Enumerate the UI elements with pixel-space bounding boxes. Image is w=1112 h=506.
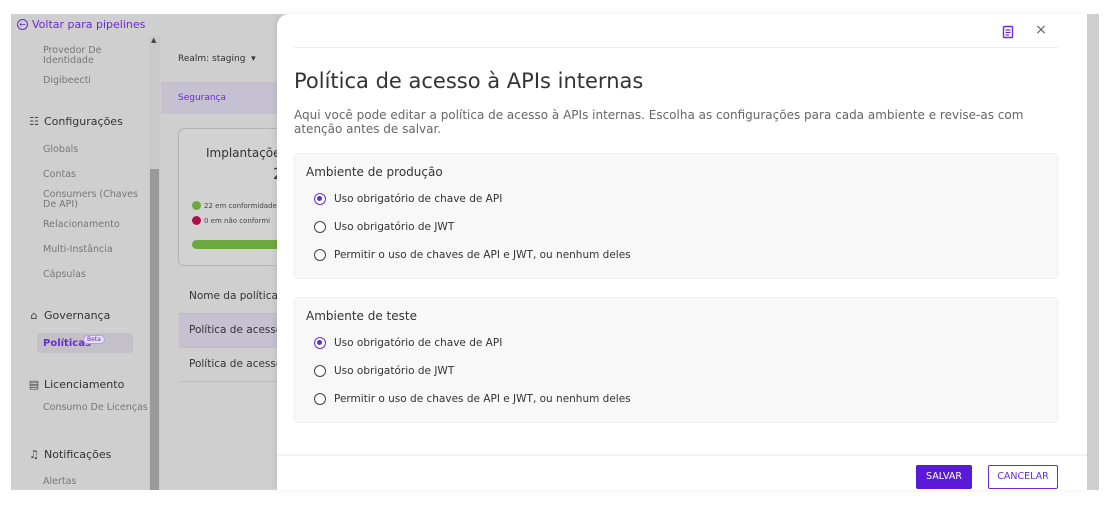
sidebar-item-capsules[interactable]: Cápsulas	[43, 270, 153, 280]
section-production: Ambiente de produção Uso obrigatório de …	[294, 153, 1058, 279]
save-button[interactable]: SALVAR	[916, 465, 972, 489]
legend-compliant: 22 em conformidade	[192, 201, 277, 210]
settings-panel-icon: ☷	[29, 115, 39, 128]
radio-option[interactable]: Permitir o uso de chaves de API e JWT, o…	[314, 249, 631, 261]
radio-label: Permitir o uso de chaves de API e JWT, o…	[334, 393, 631, 405]
back-to-pipelines-link[interactable]: ← Voltar para pipelines	[17, 18, 145, 31]
sidebar-group-governance[interactable]: ⌂ Governança	[28, 309, 111, 322]
legend-label: 0 em não conformi	[204, 216, 271, 225]
caret-down-icon: ▾	[248, 54, 256, 64]
sidebar-group-label: Notificações	[44, 448, 112, 461]
radio-selected-icon[interactable]	[314, 193, 326, 205]
green-dot-icon	[192, 201, 201, 210]
radio-option[interactable]: Uso obrigatório de JWT	[314, 221, 454, 233]
sidebar-group-settings[interactable]: ☷ Configurações	[28, 115, 123, 128]
sidebar-group-licensing[interactable]: ▤ Licenciamento	[28, 378, 125, 391]
bank-icon: ⌂	[30, 309, 38, 322]
close-icon[interactable]: ×	[1033, 21, 1049, 39]
arrow-left-icon: ←	[17, 19, 28, 30]
legend-label: 22 em conformidade	[204, 201, 277, 210]
section-title: Ambiente de teste	[306, 309, 417, 323]
radio-selected-icon[interactable]	[314, 337, 326, 349]
realm-selector[interactable]: Realm: staging ▾	[178, 54, 256, 64]
radio-option[interactable]: Uso obrigatório de JWT	[314, 365, 454, 377]
radio-option[interactable]: Permitir o uso de chaves de API e JWT, o…	[314, 393, 631, 405]
radio-icon[interactable]	[314, 365, 326, 377]
drawer-title: Política de acesso à APIs internas	[294, 69, 644, 93]
section-test: Ambiente de teste Uso obrigatório de cha…	[294, 297, 1058, 423]
radio-label: Permitir o uso de chaves de API e JWT, o…	[334, 249, 631, 261]
sidebar-item-multi-instance[interactable]: Multi-Instância	[43, 245, 153, 255]
sidebar-group-label: Licenciamento	[44, 378, 125, 391]
realm-label: Realm: staging	[178, 54, 246, 64]
beta-badge: Beta	[83, 335, 105, 344]
back-link-label: Voltar para pipelines	[32, 18, 146, 31]
radio-label: Uso obrigatório de chave de API	[334, 193, 503, 205]
sidebar-item-accounts[interactable]: Contas	[43, 170, 153, 180]
sidebar-item-alerts[interactable]: Alertas	[43, 477, 153, 487]
bell-icon: ♫	[29, 448, 39, 461]
sidebar-group-label: Configurações	[44, 115, 123, 128]
sidebar-group-label: Governança	[44, 309, 111, 322]
card-title: Implantaçõe	[206, 146, 281, 160]
radio-option[interactable]: Uso obrigatório de chave de API	[314, 193, 502, 205]
section-title: Ambiente de produção	[306, 165, 443, 179]
radio-icon[interactable]	[314, 393, 326, 405]
footer-divider	[277, 454, 1087, 456]
cancel-button[interactable]: CANCELAR	[988, 465, 1058, 489]
sidebar-group-notifications[interactable]: ♫ Notificações	[28, 448, 111, 461]
license-icon: ▤	[28, 378, 40, 391]
sidebar-item-license-usage[interactable]: Consumo De Licenças	[43, 403, 153, 413]
document-icon[interactable]	[1001, 24, 1015, 39]
drawer-description: Aqui você pode editar a política de aces…	[294, 108, 1024, 136]
radio-label: Uso obrigatório de JWT	[334, 365, 455, 377]
scroll-up-icon[interactable]: ▲	[151, 36, 156, 44]
sidebar-item-consumers[interactable]: Consumers (Chaves De API)	[43, 190, 153, 210]
red-dot-icon	[192, 216, 201, 225]
sidebar-item-identity-provider[interactable]: Provedor De Identidade	[43, 46, 153, 66]
sidebar: ← Voltar para pipelines Provedor De Iden…	[11, 14, 161, 490]
radio-option[interactable]: Uso obrigatório de chave de API	[314, 337, 502, 349]
tab-security[interactable]: Segurança	[178, 93, 226, 103]
sidebar-item-relationship[interactable]: Relacionamento	[43, 220, 153, 230]
radio-label: Uso obrigatório de chave de API	[334, 337, 503, 349]
legend-non-compliant: 0 em não conformi	[192, 216, 270, 225]
sidebar-scroll-thumb[interactable]	[150, 169, 159, 490]
sidebar-item-digibeecti[interactable]: Digibeecti	[43, 76, 153, 86]
header-divider	[294, 47, 1058, 48]
radio-icon[interactable]	[314, 249, 326, 261]
policy-drawer: × Política de acesso à APIs internas Aqu…	[277, 14, 1087, 490]
sidebar-item-globals[interactable]: Globals	[43, 145, 153, 155]
radio-label: Uso obrigatório de JWT	[334, 221, 455, 233]
radio-icon[interactable]	[314, 221, 326, 233]
